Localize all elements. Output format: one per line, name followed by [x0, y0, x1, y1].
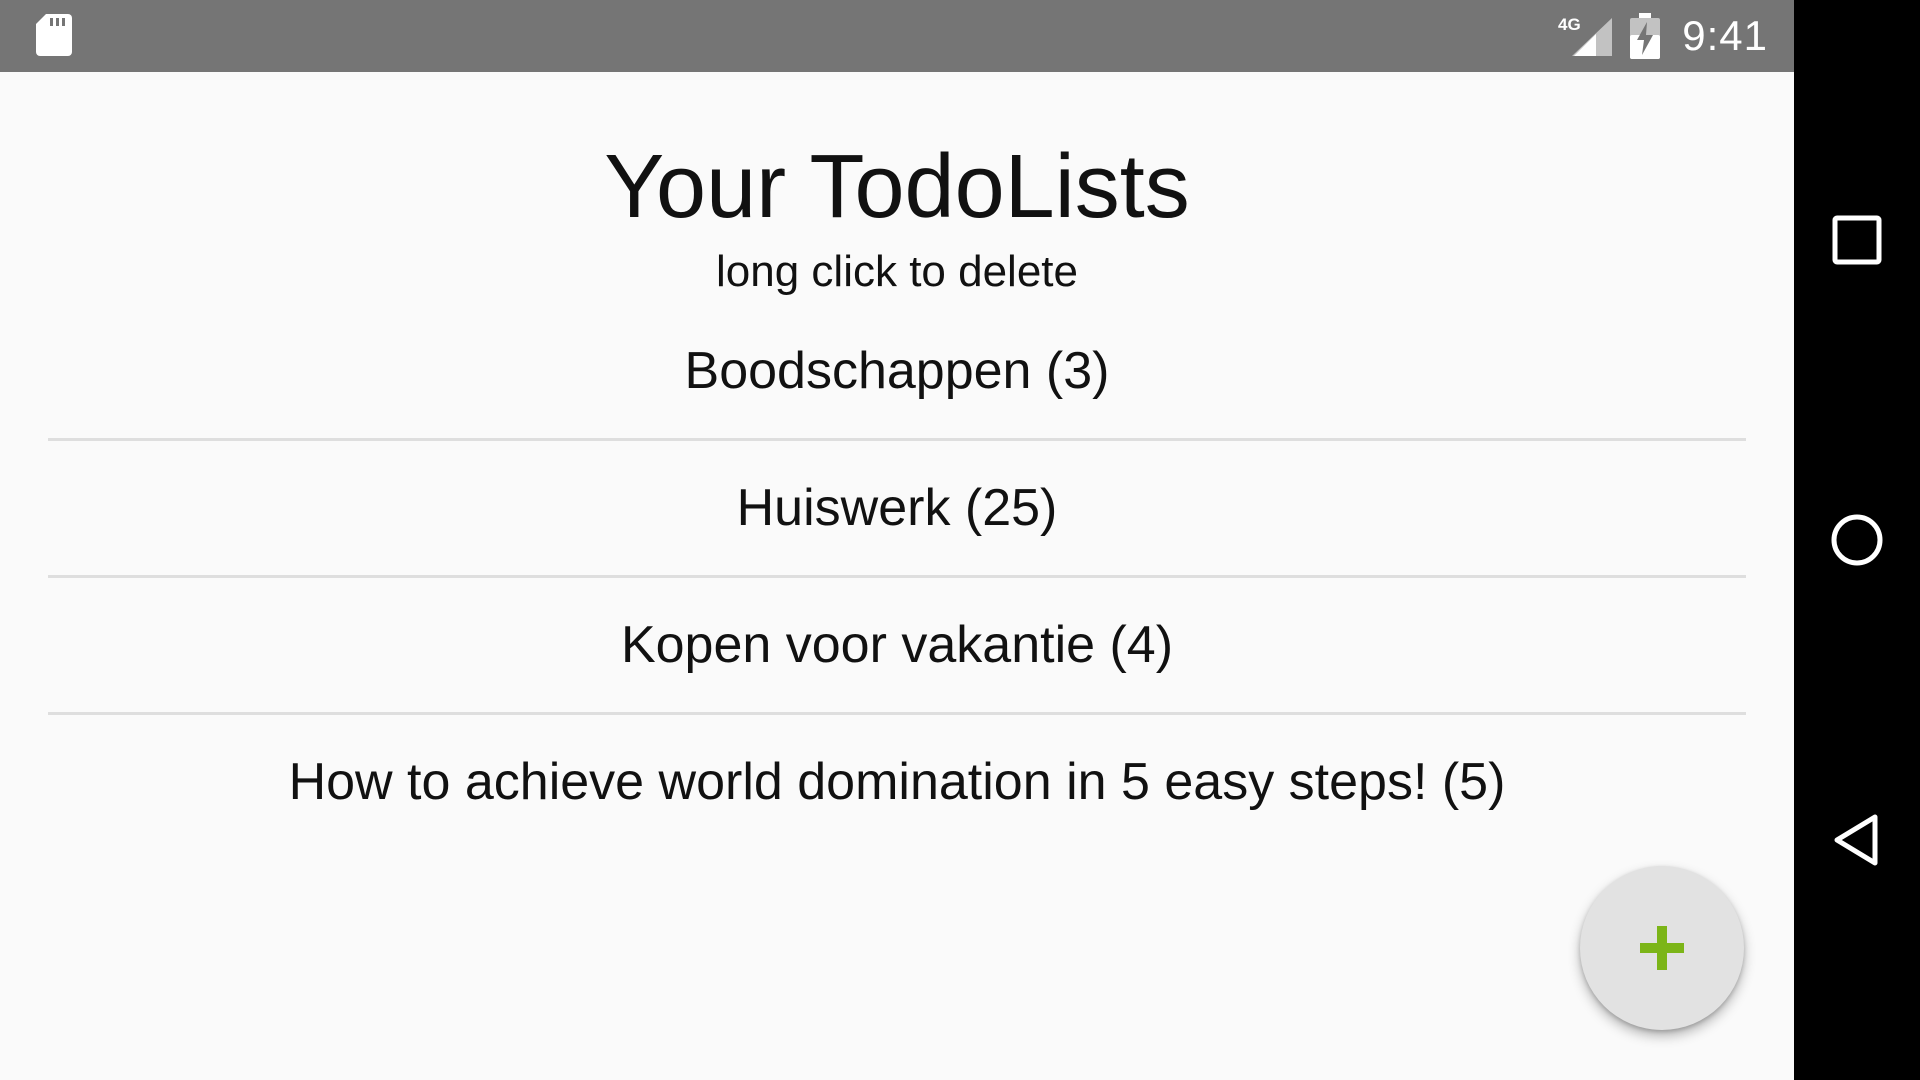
recents-button[interactable] [1794, 177, 1920, 303]
list-item[interactable]: Boodschappen (3) [48, 304, 1746, 441]
status-icons: 4G 9:41 [1558, 0, 1768, 72]
network-type-label: 4G [1558, 15, 1581, 34]
status-clock: 9:41 [1682, 12, 1768, 59]
home-icon [1831, 514, 1883, 566]
add-list-button[interactable] [1580, 866, 1744, 1030]
status-bar: 4G 9:41 [0, 0, 1794, 72]
page-subtitle: long click to delete [716, 247, 1078, 296]
list-item[interactable]: Huiswerk (25) [48, 441, 1746, 578]
page-title: Your TodoLists [604, 137, 1190, 237]
main-content: Your TodoLists long click to delete Bood… [0, 72, 1794, 1080]
signal-4g-icon: 4G [1558, 15, 1613, 56]
recents-icon [1832, 215, 1882, 265]
todo-lists: Boodschappen (3) Huiswerk (25) Kopen voo… [48, 304, 1746, 849]
home-button[interactable] [1794, 477, 1920, 603]
back-button[interactable] [1794, 777, 1920, 903]
navigation-bar [1794, 0, 1920, 1080]
list-item[interactable]: Kopen voor vakantie (4) [48, 578, 1746, 715]
app-screen: 4G 9:41 Your TodoLists long click to del… [0, 0, 1794, 1080]
back-icon [1834, 814, 1878, 866]
battery-charging-icon [1630, 13, 1661, 59]
sd-card-icon [36, 14, 72, 56]
list-item[interactable]: How to achieve world domination in 5 eas… [48, 715, 1746, 849]
plus-icon [1640, 926, 1684, 970]
